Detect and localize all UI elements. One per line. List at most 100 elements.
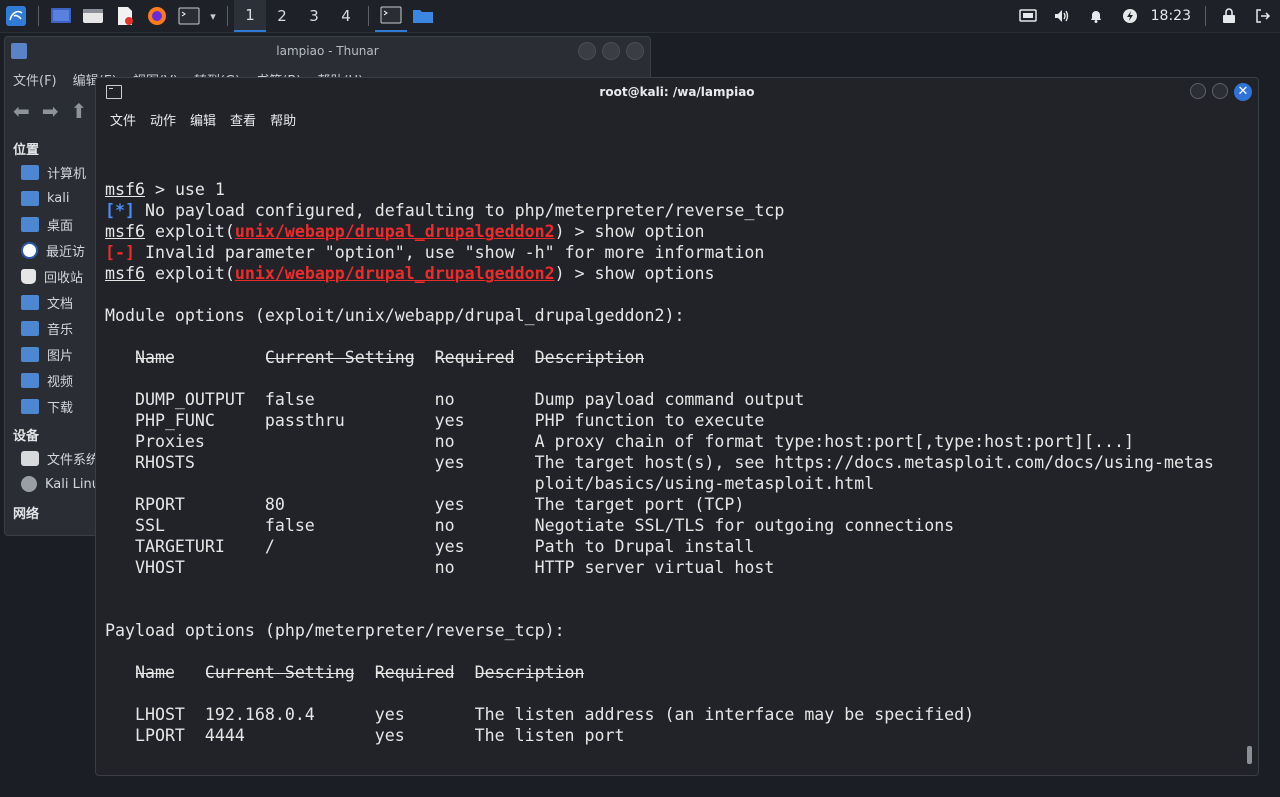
terminal-icon	[106, 85, 122, 99]
table-row: LPORT 4444 yes The listen port	[105, 726, 625, 745]
system-tray: 18:23	[1011, 0, 1280, 32]
taskbar: ▾ 1 2 3 4 18:23	[0, 0, 1280, 33]
msf-prompt: msf6	[105, 264, 145, 283]
recent-icon	[21, 241, 38, 259]
column-underline	[136, 358, 173, 359]
terminal-menubar: 文件 动作 编辑 查看 帮助	[96, 106, 1258, 132]
column-underline	[376, 673, 454, 674]
downloads-folder-icon	[21, 398, 39, 414]
music-folder-icon	[21, 320, 39, 336]
workspace-1[interactable]: 1	[234, 0, 266, 32]
table-row: VHOST no HTTP server virtual host	[105, 558, 775, 577]
show-desktop-icon[interactable]	[45, 0, 77, 32]
terminal-title: root@kali: /wa/lampiao	[599, 85, 755, 99]
workspace-3[interactable]: 3	[298, 0, 330, 32]
power-manager-icon[interactable]	[1113, 0, 1147, 32]
payload-options-header: Payload options (php/meterpreter/reverse…	[105, 621, 565, 640]
close-button[interactable]: ✕	[1234, 83, 1252, 101]
sidebar-item-filesystem[interactable]: 文件系统	[5, 445, 105, 471]
file-manager-icon[interactable]	[77, 0, 109, 32]
firefox-icon[interactable]	[141, 0, 173, 32]
taskbar-terminal-icon[interactable]	[375, 0, 407, 32]
up-arrow-icon[interactable]: ⬆	[71, 99, 88, 123]
workspace-2[interactable]: 2	[266, 0, 298, 32]
thunar-titlebar[interactable]: lampiao - Thunar	[5, 37, 650, 65]
table-row: SSL false no Negotiate SSL/TLS for outgo…	[105, 516, 955, 535]
table-row: RPORT 80 yes The target port (TCP)	[105, 495, 745, 514]
sidebar-item-kali-linux[interactable]: Kali Linux	[5, 471, 105, 497]
terminal-titlebar[interactable]: root@kali: /wa/lampiao ✕	[96, 78, 1258, 106]
table-row: DUMP_OUTPUT false no Dump payload comman…	[105, 390, 805, 409]
terminal-output[interactable]: msf6 > use 1 [*] No payload configured, d…	[105, 158, 1235, 775]
kali-menu-icon[interactable]	[0, 0, 32, 32]
sidebar-heading-devices: 设备	[13, 429, 40, 444]
taskbar-separator	[38, 6, 39, 26]
sidebar-item-downloads[interactable]: 下载	[5, 393, 105, 419]
sidebar-item-kali[interactable]: kali	[5, 185, 105, 211]
table-row: TARGETURI / yes Path to Drupal install	[105, 537, 755, 556]
terminal-scrollbar[interactable]	[1247, 746, 1252, 764]
menu-view[interactable]: 查看	[230, 110, 256, 129]
terminal-launcher-icon[interactable]	[173, 0, 205, 32]
module-name: unix/webapp/drupal_drupalgeddon2	[234, 222, 555, 241]
thunar-title: lampiao - Thunar	[276, 44, 379, 58]
computer-icon	[21, 164, 39, 180]
notification-bell-icon[interactable]	[1079, 0, 1113, 32]
volume-icon[interactable]	[1045, 0, 1079, 32]
text-editor-icon[interactable]	[109, 0, 141, 32]
menu-file[interactable]: 文件	[110, 110, 136, 129]
msf-prompt: msf6	[105, 222, 145, 241]
sidebar-item-documents[interactable]: 文档	[5, 289, 105, 315]
logout-icon[interactable]	[1246, 0, 1280, 32]
sidebar-item-computer[interactable]: 计算机	[5, 159, 105, 185]
terminal-line: msf6 > use 1	[105, 180, 225, 199]
sidebar-item-pictures[interactable]: 图片	[5, 341, 105, 367]
sidebar-item-desktop[interactable]: 桌面	[5, 211, 105, 237]
module-name: unix/webapp/drupal_drupalgeddon2	[234, 264, 555, 283]
menu-help[interactable]: 帮助	[270, 110, 296, 129]
menu-edit[interactable]: 编辑	[190, 110, 216, 129]
sidebar-heading-places: 位置	[13, 143, 40, 158]
back-arrow-icon[interactable]: ⬅	[13, 99, 30, 123]
column-underline	[476, 673, 584, 674]
sidebar-item-music[interactable]: 音乐	[5, 315, 105, 341]
display-icon[interactable]	[1011, 0, 1045, 32]
sidebar-heading-network: 网络	[13, 507, 40, 522]
close-button[interactable]	[626, 42, 644, 60]
lock-icon[interactable]	[1212, 0, 1246, 32]
table-row: ploit/basics/using-metasploit.html	[105, 474, 875, 493]
forward-arrow-icon[interactable]: ➡	[42, 99, 59, 123]
minimize-button[interactable]	[578, 42, 596, 60]
minimize-button[interactable]	[1190, 83, 1206, 99]
documents-folder-icon	[21, 294, 39, 310]
column-underline	[436, 358, 514, 359]
terminal-window[interactable]: root@kali: /wa/lampiao ✕ 文件 动作 编辑 查看 帮助 …	[95, 77, 1259, 776]
clock[interactable]: 18:23	[1147, 8, 1199, 24]
desktop-icon	[21, 216, 39, 232]
pictures-folder-icon	[21, 346, 39, 362]
taskbar-folder-icon[interactable]	[407, 0, 439, 32]
table-row: PHP_FUNC passthru yes PHP function to ex…	[105, 411, 765, 430]
terminal-line: [-] Invalid parameter "option", use "sho…	[105, 243, 765, 262]
disc-icon	[21, 476, 37, 492]
taskbar-separator	[368, 6, 369, 26]
menu-file[interactable]: 文件(F)	[13, 70, 57, 89]
column-underline	[206, 673, 354, 674]
column-underline	[136, 673, 173, 674]
sidebar-item-trash[interactable]: 回收站	[5, 263, 105, 289]
sidebar-item-recent[interactable]: 最近访	[5, 237, 105, 263]
chevron-down-icon[interactable]: ▾	[205, 0, 221, 32]
sidebar-item-videos[interactable]: 视频	[5, 367, 105, 393]
msf-prompt: msf6	[105, 180, 145, 199]
terminal-line: msf6 exploit(unix/webapp/drupal_drupalge…	[105, 222, 705, 241]
terminal-line: [*] No payload configured, defaulting to…	[105, 201, 785, 220]
menu-actions[interactable]: 动作	[150, 110, 176, 129]
maximize-button[interactable]	[1212, 83, 1228, 99]
folder-icon	[11, 43, 27, 59]
module-options-header: Module options (exploit/unix/webapp/drup…	[105, 306, 685, 325]
home-folder-icon	[21, 190, 39, 206]
workspace-4[interactable]: 4	[330, 0, 362, 32]
maximize-button[interactable]	[602, 42, 620, 60]
trash-icon	[21, 268, 36, 284]
videos-folder-icon	[21, 372, 39, 388]
